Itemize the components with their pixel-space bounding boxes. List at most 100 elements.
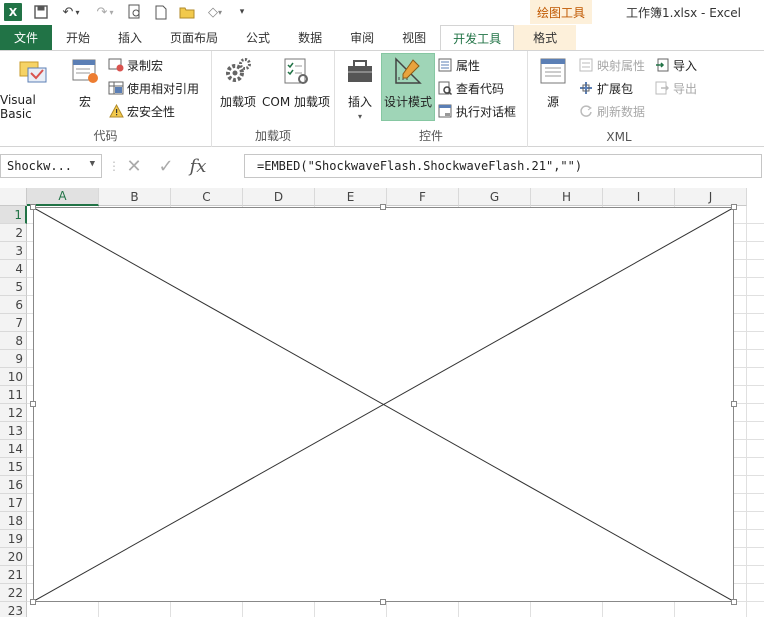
- xml-export-button[interactable]: 导出: [654, 78, 697, 98]
- resize-handle-right[interactable]: [731, 401, 737, 407]
- insert-function-icon[interactable]: fx: [182, 156, 214, 177]
- select-all-corner[interactable]: [0, 188, 27, 206]
- tab-developer[interactable]: 开发工具: [440, 25, 515, 50]
- row-header[interactable]: 16: [0, 476, 27, 494]
- tab-view[interactable]: 视图: [388, 25, 440, 50]
- xml-import-label: 导入: [673, 58, 698, 73]
- relative-refs-icon: [108, 80, 124, 96]
- redo-icon[interactable]: ↷ ▾: [88, 1, 122, 23]
- name-box-dropdown-icon[interactable]: ▼: [90, 159, 95, 169]
- resize-handle-bottom-right[interactable]: [731, 599, 737, 605]
- properties-icon: [437, 57, 453, 73]
- column-header[interactable]: E: [315, 188, 387, 206]
- row-header[interactable]: 6: [0, 296, 27, 314]
- insert-control-button[interactable]: 插入 ▾: [341, 55, 379, 121]
- row-header[interactable]: 19: [0, 530, 27, 548]
- cancel-icon[interactable]: ✕: [118, 156, 150, 177]
- run-dialog-button[interactable]: 执行对话框: [437, 101, 516, 121]
- row-header[interactable]: 18: [0, 512, 27, 530]
- row-header[interactable]: 11: [0, 386, 27, 404]
- save-icon[interactable]: [28, 1, 54, 23]
- macros-label: 宏: [78, 95, 91, 109]
- row-header[interactable]: 3: [0, 242, 27, 260]
- row-header[interactable]: 22: [0, 584, 27, 602]
- column-header[interactable]: G: [459, 188, 531, 206]
- row-header[interactable]: 20: [0, 548, 27, 566]
- view-code-button[interactable]: 查看代码: [437, 78, 504, 98]
- row-header[interactable]: 4: [0, 260, 27, 278]
- column-header[interactable]: H: [531, 188, 603, 206]
- row-header[interactable]: 12: [0, 404, 27, 422]
- run-dialog-label: 执行对话框: [456, 104, 517, 119]
- embedded-flash-object[interactable]: [33, 207, 734, 602]
- row-header[interactable]: 17: [0, 494, 27, 512]
- print-preview-icon[interactable]: [122, 1, 148, 23]
- design-mode-button[interactable]: 设计模式: [381, 55, 435, 110]
- enter-icon[interactable]: ✓: [150, 156, 182, 177]
- undo-icon[interactable]: ↶ ▾: [54, 1, 88, 23]
- row-header[interactable]: 8: [0, 332, 27, 350]
- column-header[interactable]: F: [387, 188, 459, 206]
- tab-page-layout[interactable]: 页面布局: [156, 25, 232, 50]
- resize-handle-bottom-left[interactable]: [30, 599, 36, 605]
- record-macro-button[interactable]: 录制宏: [108, 55, 163, 75]
- insert-dropdown-icon: ▾: [357, 112, 362, 121]
- column-header[interactable]: D: [243, 188, 315, 206]
- column-header[interactable]: I: [603, 188, 675, 206]
- resize-handle-top-right[interactable]: [731, 204, 737, 210]
- xml-group: 源 映射属性 扩展包 刷新数据 导入 导出 XML: [528, 51, 710, 147]
- resize-handle-top-left[interactable]: [30, 204, 36, 210]
- xml-export-label: 导出: [673, 81, 698, 96]
- tab-review[interactable]: 审阅: [336, 25, 388, 50]
- visual-basic-button[interactable]: Visual Basic: [0, 55, 64, 121]
- column-header[interactable]: B: [99, 188, 171, 206]
- tab-file[interactable]: 文件: [0, 25, 52, 50]
- resize-handle-top[interactable]: [380, 204, 386, 210]
- open-folder-icon[interactable]: [174, 1, 200, 23]
- properties-button[interactable]: 属性: [437, 55, 480, 75]
- formula-input[interactable]: =EMBED("ShockwaveFlash.ShockwaveFlash.21…: [244, 154, 762, 178]
- macros-button[interactable]: 宏: [66, 55, 104, 110]
- com-addins-label: COM 加载项: [262, 95, 330, 109]
- expansion-packs-icon: [578, 80, 594, 96]
- column-header[interactable]: C: [171, 188, 243, 206]
- code-group-label: 代码: [93, 129, 118, 143]
- row-header[interactable]: 14: [0, 440, 27, 458]
- expansion-packs-button[interactable]: 扩展包: [578, 78, 633, 98]
- relative-refs-button[interactable]: 使用相对引用: [108, 78, 199, 98]
- row-header[interactable]: 5: [0, 278, 27, 296]
- resize-handle-left[interactable]: [30, 401, 36, 407]
- new-file-icon[interactable]: [148, 1, 174, 23]
- row-header[interactable]: 13: [0, 422, 27, 440]
- map-properties-button[interactable]: 映射属性: [578, 55, 645, 75]
- tab-data[interactable]: 数据: [284, 25, 336, 50]
- row-header[interactable]: 2: [0, 224, 27, 242]
- addins-button[interactable]: 加载项: [216, 55, 260, 110]
- macro-security-button[interactable]: 宏安全性: [108, 101, 175, 121]
- row-header[interactable]: 23: [0, 602, 27, 617]
- export-icon: [654, 80, 670, 96]
- controls-group: 插入 ▾ 设计模式 属性 查看代码 执行对话框 控件: [335, 51, 528, 147]
- xml-import-button[interactable]: 导入: [654, 55, 697, 75]
- row-header[interactable]: 15: [0, 458, 27, 476]
- row-header[interactable]: 7: [0, 314, 27, 332]
- addins-group: 加载项 COM 加载项 加载项: [212, 51, 335, 147]
- row-header[interactable]: 21: [0, 566, 27, 584]
- row-header[interactable]: 1: [0, 206, 27, 224]
- com-addins-button[interactable]: COM 加载项: [260, 55, 332, 110]
- tab-format[interactable]: 格式: [514, 25, 577, 50]
- refresh-data-button[interactable]: 刷新数据: [578, 101, 645, 121]
- tab-home[interactable]: 开始: [52, 25, 104, 50]
- shapes-icon[interactable]: ◇ ▾: [200, 1, 230, 23]
- refresh-icon: [578, 103, 594, 119]
- column-header[interactable]: A: [27, 188, 99, 206]
- tab-formulas[interactable]: 公式: [232, 25, 284, 50]
- name-box[interactable]: Shockw... ▼: [0, 154, 102, 178]
- row-header[interactable]: 10: [0, 368, 27, 386]
- resize-handle-bottom[interactable]: [380, 599, 386, 605]
- xml-source-button[interactable]: 源: [534, 55, 572, 110]
- tab-insert[interactable]: 插入: [104, 25, 156, 50]
- row-header[interactable]: 9: [0, 350, 27, 368]
- customize-qat-icon[interactable]: ▾: [230, 1, 254, 23]
- xml-source-icon: [537, 55, 569, 87]
